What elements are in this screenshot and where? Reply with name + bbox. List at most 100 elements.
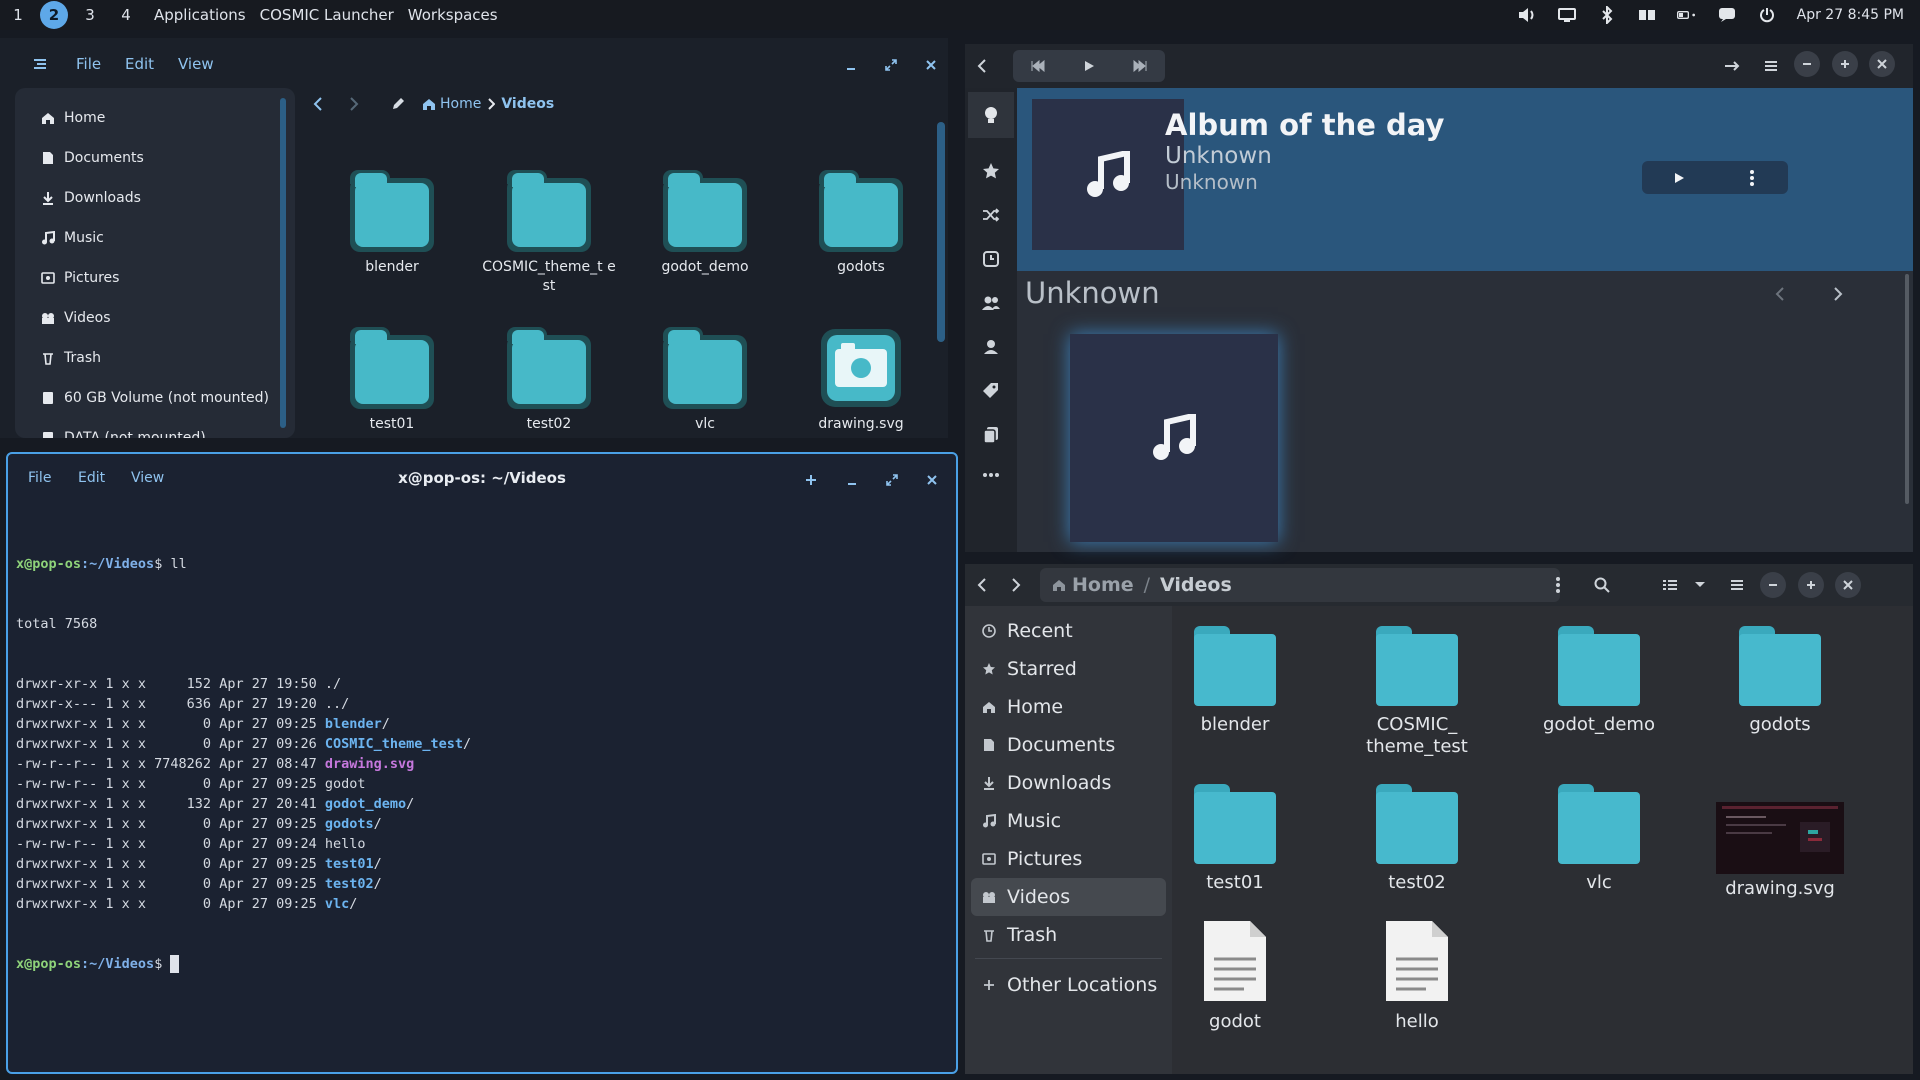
sidebar-item-other-locations[interactable]: Other Locations [965,966,1172,1004]
album-of-the-day[interactable]: Album of the day Unknown Unknown [1017,88,1913,271]
person-icon[interactable] [976,332,1006,362]
clock[interactable]: Apr 27 8:45 PM [1797,7,1904,23]
sidebar-item-home[interactable]: Home [965,688,1172,726]
close-icon[interactable] [924,472,940,488]
maximize-icon[interactable] [882,56,900,74]
sidebar-item-pictures[interactable]: Pictures [965,840,1172,878]
new-tab-icon[interactable] [803,472,819,488]
more-icon[interactable] [976,460,1006,490]
bluetooth-icon[interactable] [1597,5,1617,25]
sidebar-item-downloads[interactable]: Downloads [15,178,295,218]
terminal-output[interactable]: x@pop-os:~/Videos$ ll total 7568 drwxr-x… [16,514,471,1014]
close-icon[interactable] [1869,51,1895,77]
sidebar-item-home[interactable]: Home [15,98,295,138]
tag-icon[interactable] [976,376,1006,406]
content-scrollbar[interactable] [937,122,945,342]
workspaces-button[interactable]: Workspaces [408,6,498,24]
history-icon[interactable] [976,244,1006,274]
search-icon[interactable] [1587,570,1617,600]
scrollbar[interactable] [1905,274,1909,504]
folder-item[interactable]: godot_demo [635,170,775,277]
menu-edit[interactable]: Edit [78,470,105,486]
folder-item[interactable]: godot_demo [1519,626,1679,736]
lightbulb-icon[interactable] [968,92,1014,138]
kebab-menu-icon[interactable] [1715,161,1788,194]
image-item[interactable]: drawing.svg [1700,784,1860,900]
back-icon[interactable] [310,96,326,112]
maximize-icon[interactable] [884,472,900,488]
view-list-icon[interactable] [1655,570,1685,600]
menu-view[interactable]: View [178,55,214,73]
kebab-menu-icon[interactable] [1543,570,1573,600]
sidebar-item-videos[interactable]: Videos [15,298,295,338]
workspace-3[interactable]: 3 [76,1,104,29]
sidebar-item-music[interactable]: Music [965,802,1172,840]
shuffle-icon[interactable] [976,200,1006,230]
close-icon[interactable] [922,56,940,74]
folder-item[interactable]: test02 [479,327,619,434]
chevron-right-icon[interactable] [1823,279,1853,309]
menu-file[interactable]: File [28,470,51,486]
breadcrumb-home[interactable]: Home [440,96,481,112]
folder-item[interactable]: blender [322,170,462,277]
path-bar[interactable]: Home / Videos [1040,568,1560,602]
close-icon[interactable] [1835,572,1861,598]
sidebar-item-documents[interactable]: Documents [965,726,1172,764]
sidebar-item-recent[interactable]: Recent [965,612,1172,650]
menu-view[interactable]: View [131,470,164,486]
folder-item[interactable]: test01 [1155,784,1315,894]
workspace-2[interactable]: 2 [40,1,68,29]
chevron-left-icon[interactable] [1765,279,1795,309]
back-icon[interactable] [967,51,997,81]
battery-icon[interactable] [1676,5,1697,25]
sidebar-item-music[interactable]: Music [15,218,295,258]
folder-item[interactable]: godots [791,170,931,277]
folder-item[interactable]: blender [1155,626,1315,736]
menu-edit[interactable]: Edit [125,55,154,73]
screen-icon[interactable] [1557,5,1577,25]
display-icon[interactable] [1637,5,1657,25]
file-item[interactable]: godot [1155,919,1315,1033]
album-card[interactable] [1070,334,1278,542]
menu-icon[interactable] [1756,51,1786,81]
sidebar-scrollbar[interactable] [280,98,286,428]
applications-button[interactable]: Applications [154,6,246,24]
edit-path-icon[interactable] [390,96,406,112]
hamburger-icon[interactable] [30,54,50,74]
sidebar-item-trash[interactable]: Trash [965,916,1172,954]
folder-item[interactable]: vlc [1519,784,1679,894]
previous-icon[interactable] [1013,50,1064,82]
sidebar-item-data[interactable]: DATA (not mounted) [15,418,295,438]
folder-item[interactable]: godots [1700,626,1860,736]
play-icon[interactable] [1642,161,1715,194]
back-icon[interactable] [967,570,997,600]
folder-item[interactable]: COSMIC_ theme_test [1337,626,1497,758]
minimize-icon[interactable] [842,56,860,74]
sidebar-item-downloads[interactable]: Downloads [965,764,1172,802]
sidebar-item-videos[interactable]: Videos [971,878,1166,916]
power-icon[interactable] [1757,5,1777,25]
sidebar-item-pictures[interactable]: Pictures [15,258,295,298]
menu-icon[interactable] [1722,570,1752,600]
workspace-1[interactable]: 1 [4,1,32,29]
notification-icon[interactable] [1717,5,1737,25]
volume-icon[interactable] [1517,5,1537,25]
file-item[interactable]: hello [1337,919,1497,1033]
playlist-icon[interactable] [976,420,1006,450]
maximize-icon[interactable] [1832,51,1858,77]
image-file-item[interactable]: drawing.svg [791,327,931,434]
chevron-down-icon[interactable] [1685,570,1715,600]
folder-item[interactable]: COSMIC_theme_t est [479,170,619,296]
folder-item[interactable]: test01 [322,327,462,434]
menu-file[interactable]: File [76,55,101,73]
workspace-4[interactable]: 4 [112,1,140,29]
star-icon[interactable] [976,156,1006,186]
arrow-right-icon[interactable] [1717,51,1747,81]
breadcrumb-current[interactable]: Videos [501,96,554,112]
sidebar-item-documents[interactable]: Documents [15,138,295,178]
minimize-icon[interactable] [1760,572,1786,598]
path-home[interactable]: Home [1072,574,1134,596]
forward-icon[interactable] [346,96,362,112]
sidebar-item-starred[interactable]: Starred [965,650,1172,688]
artists-icon[interactable] [976,288,1006,318]
